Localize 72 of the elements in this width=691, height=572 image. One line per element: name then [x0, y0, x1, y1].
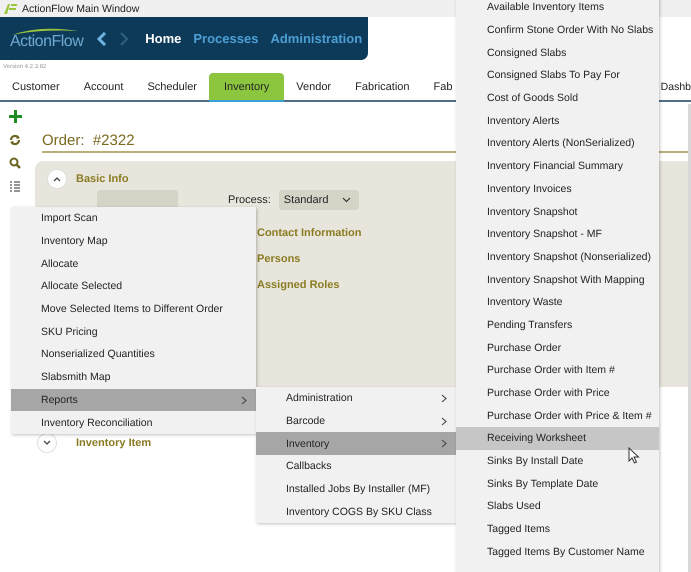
menu-item[interactable]: Sinks By Install Date: [456, 450, 659, 472]
tab[interactable]: Inventory: [208, 73, 284, 102]
tab[interactable]: Account: [72, 73, 136, 100]
section-title: Contact Information: [257, 227, 362, 239]
chevron-icon: [43, 440, 51, 446]
list-icon[interactable]: [9, 180, 21, 194]
menu-item[interactable]: Receiving Worksheet: [456, 427, 659, 450]
menu-item[interactable]: Cost of Goods Sold: [456, 86, 659, 110]
menu-item[interactable]: Purchase Order with Item #: [456, 359, 659, 382]
menu-item[interactable]: Purchase Order: [456, 336, 659, 359]
menu-item[interactable]: Inventory Financial Summary: [456, 154, 659, 178]
nav-link[interactable]: Home: [145, 31, 182, 46]
menu-item[interactable]: Inventory Snapshot With Mapping: [456, 268, 659, 291]
section-title: Assigned Roles: [257, 279, 340, 291]
nav-link[interactable]: Processes: [193, 31, 258, 46]
menu-item[interactable]: Consigned Slabs: [456, 41, 659, 64]
tab[interactable]: Scheduler: [135, 73, 209, 100]
window-title: ActionFlow Main Window: [22, 2, 140, 14]
menu-item[interactable]: Sinks By Template Date: [456, 472, 659, 496]
section-title: Basic Info: [76, 173, 129, 185]
add-icon[interactable]: [9, 110, 22, 123]
menu-item[interactable]: Inventory Map: [11, 230, 256, 252]
menu-item[interactable]: Installed Jobs By Installer (MF): [256, 478, 456, 500]
menu-item[interactable]: Inventory Alerts: [456, 109, 659, 132]
process-label: Process:: [228, 194, 271, 206]
menu-item[interactable]: Inventory Waste: [456, 290, 659, 314]
collapse-button[interactable]: [47, 169, 67, 189]
menu-item[interactable]: SKU Pricing: [11, 320, 256, 344]
menu-item[interactable]: Allocate: [11, 252, 256, 276]
logo: ActionFlow: [10, 26, 84, 50]
menu-item[interactable]: Nonserialized Quantities: [11, 343, 256, 366]
menu-item[interactable]: Pending Transfers: [456, 314, 659, 336]
menu-item[interactable]: Inventory Reconciliation: [11, 411, 256, 434]
menu-item[interactable]: Import Scan: [11, 207, 256, 230]
tab[interactable]: Dashb: [660, 73, 691, 100]
mouse-pointer-icon: [628, 447, 640, 464]
expand-button[interactable]: [37, 433, 57, 453]
tab[interactable]: Vendor: [284, 73, 344, 100]
process-dropdown[interactable]: Standard: [278, 190, 360, 210]
menu-item[interactable]: Inventory COGS By SKU Class: [256, 500, 456, 524]
menu-item[interactable]: Tagged Items By Customer Name: [456, 540, 659, 564]
chevron-down-icon: [342, 197, 352, 203]
menu-item[interactable]: Purchase Order with Price & Item #: [456, 404, 659, 428]
menu-item[interactable]: Inventory Invoices: [456, 178, 659, 200]
menu-item[interactable]: Slabs Used: [456, 495, 659, 518]
menu-item[interactable]: Barcode: [256, 410, 456, 432]
menu-item[interactable]: Allocate Selected: [11, 275, 256, 298]
menu-item[interactable]: Administration: [256, 387, 456, 410]
menu-item[interactable]: Move Selected Items to Different Order: [11, 298, 256, 320]
nav-link[interactable]: Administration: [270, 31, 362, 46]
menu-item[interactable]: Slabsmith Map: [11, 366, 256, 388]
tab[interactable]: Customer: [0, 73, 72, 100]
menu-item[interactable]: Inventory Snapshot (Nonserialized): [456, 246, 659, 268]
menu-item[interactable]: Tagged Items: [456, 518, 659, 540]
app-logo-icon: [3, 2, 17, 14]
tab[interactable]: Fabrication: [343, 73, 422, 100]
menu-item[interactable]: Callbacks: [256, 455, 456, 478]
menu-item[interactable]: Inventory Alerts (NonSerialized): [456, 132, 659, 155]
search-icon[interactable]: [9, 157, 21, 169]
refresh-icon[interactable]: [9, 134, 21, 146]
menu-item[interactable]: Consigned Slabs To Pay For: [456, 64, 659, 87]
section-title: Persons: [257, 253, 300, 265]
back-icon[interactable]: [97, 32, 108, 46]
menu-item[interactable]: Inventory: [256, 432, 456, 456]
section-title: Inventory Item: [76, 437, 152, 449]
menu-item[interactable]: Reports: [11, 388, 256, 412]
menu-item[interactable]: Inventory Snapshot: [456, 200, 659, 223]
menu-item[interactable]: Confirm Stone Order With No Slabs: [456, 18, 659, 42]
menu-item[interactable]: Purchase Order with Price: [456, 382, 659, 404]
menu-item[interactable]: Inventory Snapshot - MF: [456, 222, 659, 246]
chevron-icon: [53, 176, 61, 182]
menu-item[interactable]: Available Inventory Items: [456, 0, 659, 19]
